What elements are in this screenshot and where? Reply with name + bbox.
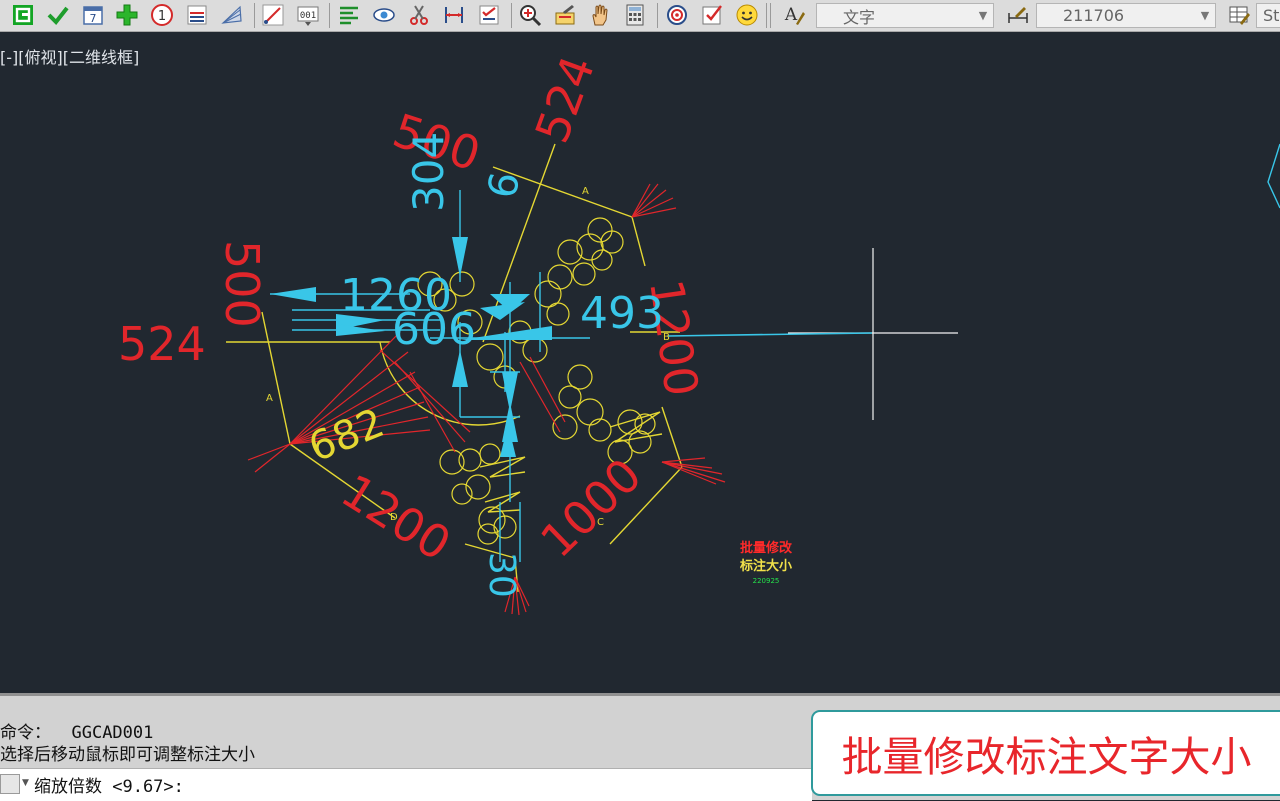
dim-style-value: 211706: [1063, 6, 1125, 25]
dim-text-1000[interactable]: 1000: [530, 448, 652, 568]
add-icon[interactable]: [114, 2, 140, 28]
marker-b: B: [663, 332, 670, 343]
dim-text-682[interactable]: 682: [303, 400, 391, 471]
command-input-prompt: 缩放倍数 <9.67>:: [34, 777, 184, 797]
fan-icon[interactable]: [219, 2, 245, 28]
command-history-line-2: 选择后移动鼠标即可调整标注大小: [0, 745, 255, 765]
command-prompt-icon[interactable]: [0, 774, 20, 794]
marker-c: C: [597, 517, 604, 528]
calendar-icon[interactable]: 7: [80, 2, 106, 28]
layer-icon[interactable]: [10, 2, 36, 28]
svg-text:1: 1: [158, 9, 166, 24]
marker-a-left: A: [266, 393, 273, 404]
text-style-icon[interactable]: A: [782, 2, 808, 28]
drawing-canvas: 524 500 500 524 304 1200 1000 1200 682 4…: [118, 49, 1280, 616]
dim-text-304[interactable]: 304: [404, 132, 453, 212]
command-input[interactable]: ▼ 缩放倍数 <9.67>:: [0, 768, 812, 801]
marker-a-top: A: [582, 186, 589, 197]
dim-text-500-left[interactable]: 500: [215, 240, 269, 328]
caption-banner: 批量修改标注文字大小: [811, 710, 1280, 796]
edit-text-icon[interactable]: [552, 2, 578, 28]
table-style-dropdown[interactable]: St: [1256, 3, 1280, 28]
dim-text-524-left[interactable]: 524: [118, 317, 206, 371]
zoom-icon[interactable]: [517, 2, 543, 28]
eye-icon[interactable]: [371, 2, 397, 28]
line-measure-icon[interactable]: [260, 2, 286, 28]
target-icon[interactable]: [664, 2, 690, 28]
counter-icon[interactable]: 001: [295, 2, 321, 28]
list-numbers-icon[interactable]: [184, 2, 210, 28]
dim-text-6[interactable]: 6: [480, 169, 530, 202]
marker-d: D: [390, 512, 398, 523]
offscreen-geometry: [1267, 143, 1280, 209]
caption-text: 批量修改标注文字大小: [841, 733, 1252, 781]
dim-text-606[interactable]: 606: [392, 304, 476, 355]
table-style-icon[interactable]: [1226, 2, 1252, 28]
checklist-icon[interactable]: [476, 2, 502, 28]
check-icon[interactable]: [45, 2, 71, 28]
drawing-viewport[interactable]: [-][俯视][二维线框] 524 500 500 524 304 1200 1…: [0, 32, 1280, 692]
text-style-dropdown[interactable]: 文字 ▼: [816, 3, 994, 28]
block-code: 220925: [753, 577, 780, 585]
chevron-down-icon: ▼: [978, 9, 988, 22]
toolbar: 7 1 001 A 文字 ▼ 211706 ▼ St: [0, 0, 1280, 32]
dimension-icon[interactable]: [441, 2, 467, 28]
chevron-down-icon[interactable]: ▼: [22, 778, 29, 788]
dim-style-dropdown[interactable]: 211706 ▼: [1036, 3, 1216, 28]
svg-text:A: A: [784, 5, 798, 25]
svg-text:001: 001: [300, 11, 316, 21]
hand-icon[interactable]: [587, 2, 613, 28]
svg-text:7: 7: [90, 12, 97, 25]
table-style-value: St: [1263, 6, 1280, 25]
dim-text-493[interactable]: 493: [580, 288, 664, 339]
dim-style-icon[interactable]: [1005, 2, 1031, 28]
dim-text-30[interactable]: 30: [481, 552, 522, 598]
text-style-value: 文字: [843, 7, 876, 27]
chevron-down-icon: ▼: [1200, 9, 1210, 22]
smiley-icon[interactable]: [734, 2, 760, 28]
block-title-line1: 批量修改: [740, 540, 793, 556]
block-title-line2: 标注大小: [739, 558, 792, 574]
task-icon[interactable]: [699, 2, 725, 28]
align-icon[interactable]: [336, 2, 362, 28]
calculator-icon[interactable]: [622, 2, 648, 28]
number-circle-icon[interactable]: 1: [149, 2, 175, 28]
dim-text-524-top[interactable]: 524: [525, 49, 606, 150]
scissors-icon[interactable]: [406, 2, 432, 28]
